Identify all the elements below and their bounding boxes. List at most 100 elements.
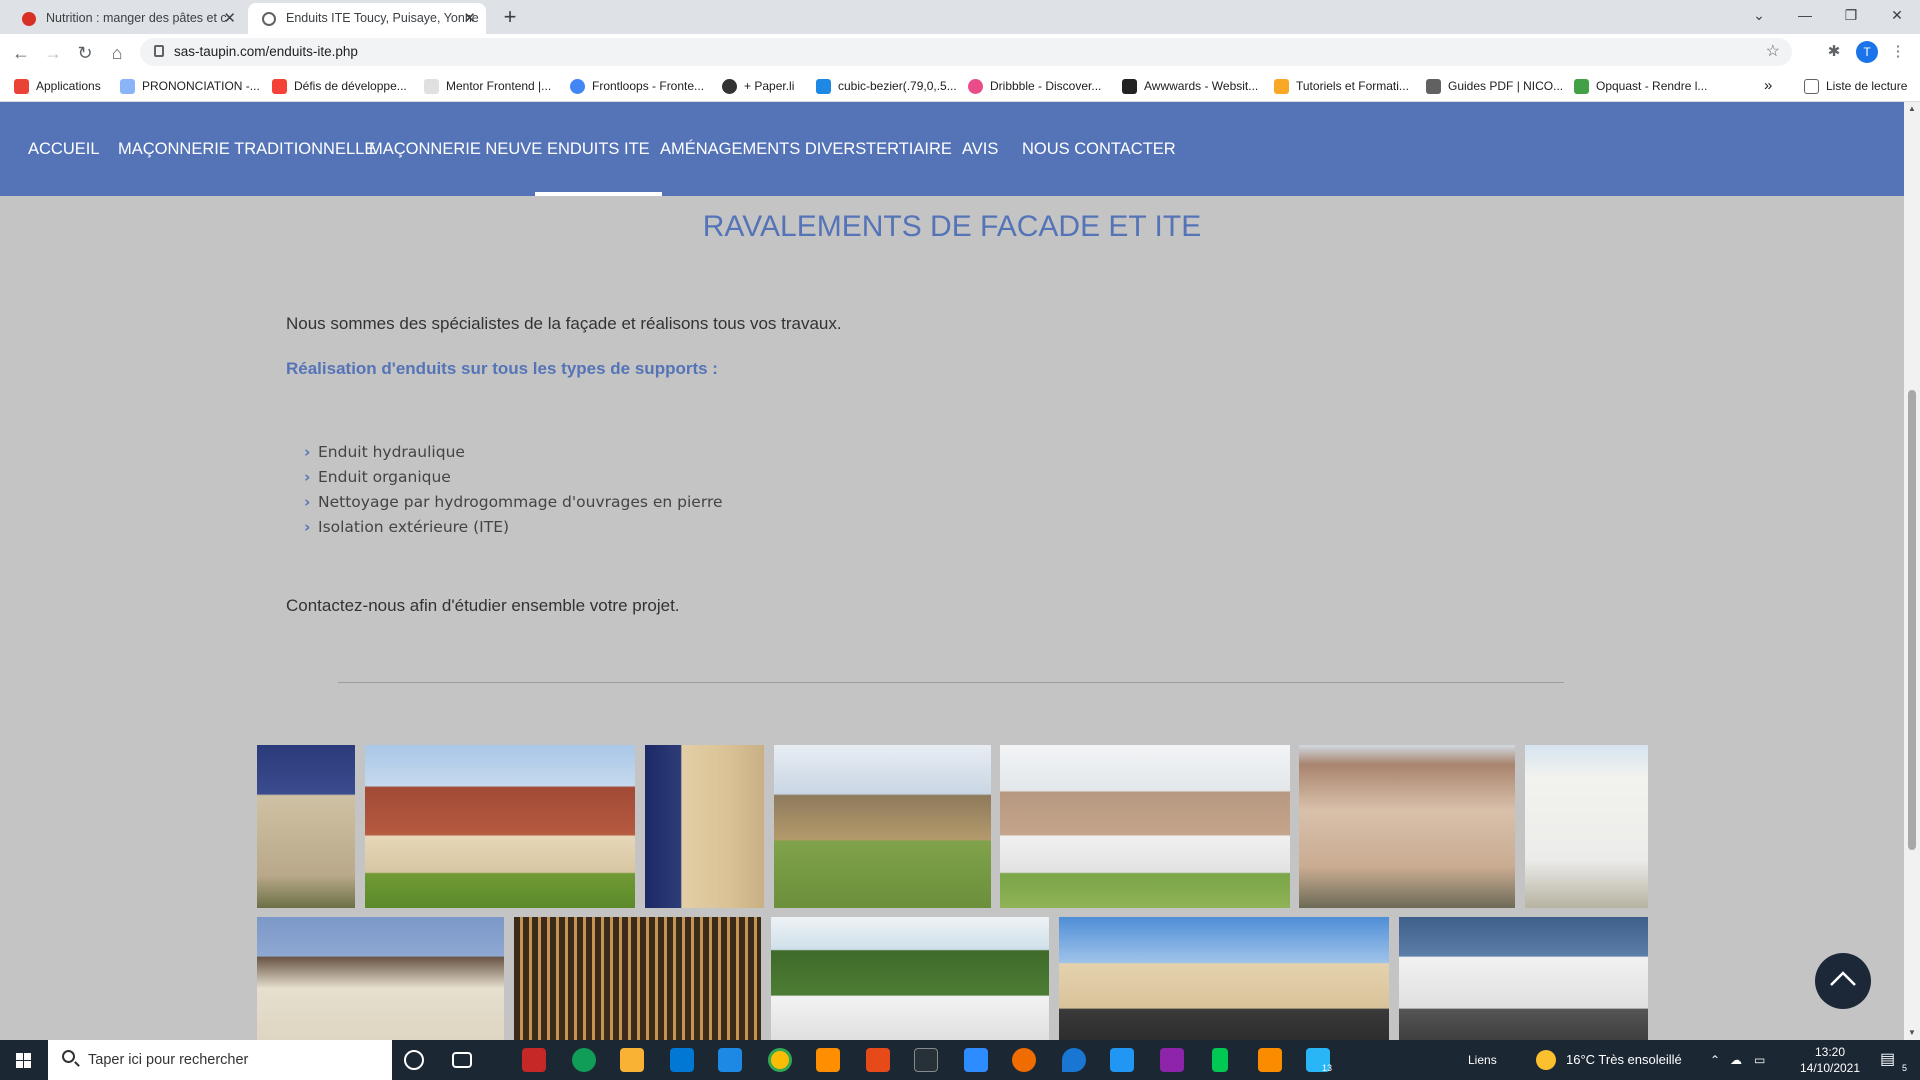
nav-accueil[interactable]: ACCUEIL [28,102,100,196]
edge-icon[interactable] [572,1048,596,1072]
tab-search-button[interactable]: ⌄ [1736,0,1782,30]
window-count-badge: 13 [1322,1063,1333,1073]
restore-button[interactable]: ❐ [1828,0,1874,30]
school-building-photo[interactable] [1059,917,1389,1040]
menu-icon[interactable]: ⋮ [1886,40,1910,64]
sublime-icon[interactable] [816,1048,840,1072]
bookmark-opquast[interactable]: Opquast - Rendre l... [1574,70,1707,102]
forward-icon[interactable]: → [40,40,66,66]
cortana-icon[interactable] [404,1050,424,1070]
scroll-down-arrow-icon[interactable]: ▼ [1904,1026,1920,1040]
nav-avis[interactable]: AVIS [962,102,998,196]
stone-tower-photo[interactable] [645,745,764,908]
figma-icon[interactable] [1160,1048,1184,1072]
bookmark-defis[interactable]: Défis de développe... [272,70,407,102]
url-text[interactable]: sas-taupin.com/enduits-ite.php [174,38,358,66]
nav-nous-contacter[interactable]: NOUS CONTACTER [1022,102,1176,196]
bookmark-tutoriels[interactable]: Tutoriels et Formati... [1274,70,1409,102]
extensions-icon[interactable]: ✱ [1822,40,1846,64]
bookmark-label: Guides PDF | NICO... [1448,79,1564,93]
file-explorer-icon[interactable] [620,1048,644,1072]
battery-icon[interactable]: ▭ [1754,1040,1765,1080]
tab-nutrition[interactable]: Nutrition : manger des pâtes et c ✕ [8,3,246,34]
profile-avatar[interactable]: T [1856,41,1878,63]
house-trees-photo[interactable] [771,917,1049,1040]
vscode-icon[interactable] [1110,1048,1134,1072]
store-icon[interactable] [670,1048,694,1072]
bookmark-favicon [1274,79,1289,94]
zoom-icon[interactable] [964,1048,988,1072]
close-tab-icon[interactable]: ✕ [463,3,476,34]
bookmark-favicon [968,79,983,94]
bookmark-mentor[interactable]: Mentor Frontend |... [424,70,551,102]
cream-house-photo[interactable] [257,917,504,1040]
bookmark-dribbble[interactable]: Dribbble - Discover... [968,70,1101,102]
app-icon-green[interactable] [1212,1048,1228,1072]
bookmarks-overflow-button[interactable]: » [1764,70,1772,102]
bookmark-paperli[interactable]: + Paper.li [722,70,794,102]
bookmark-label: PRONONCIATION -... [142,79,260,93]
reload-icon[interactable]: ↻ [72,40,98,66]
app-icon-red[interactable] [522,1048,546,1072]
search-placeholder: Taper ici pour rechercher [88,1052,249,1068]
bookmark-label: Applications [36,79,101,93]
bookmark-guides-pdf[interactable]: Guides PDF | NICO... [1426,70,1563,102]
scrollbar-thumb[interactable] [1908,390,1916,850]
bookmark-applications[interactable]: Applications [14,70,101,102]
stone-house-photo[interactable] [257,745,355,908]
bookmark-awwwards[interactable]: Awwwards - Websit... [1122,70,1258,102]
wood-cladding-photo[interactable] [514,917,761,1040]
chevron-up-icon[interactable]: ⌃ [1710,1040,1720,1080]
notifications-icon[interactable]: ▤ [1880,1040,1895,1080]
scroll-to-top-button[interactable] [1815,953,1871,1009]
nav-enduits-ite[interactable]: ENDUITS ITE [535,102,662,196]
terminal-icon[interactable] [914,1048,938,1072]
chrome-icon[interactable] [768,1048,792,1072]
white-house-photo[interactable] [1525,745,1648,908]
address-bar[interactable]: sas-taupin.com/enduits-ite.php ☆ [140,38,1792,66]
apps-grid-icon [14,79,29,94]
reading-list-button[interactable]: Liste de lecture [1804,70,1907,102]
farm-barn-photo[interactable] [774,745,991,908]
bookmark-prononciation[interactable]: PRONONCIATION -... [120,70,260,102]
pinterest-icon [22,12,36,26]
bookmark-frontloops[interactable]: Frontloops - Fronte... [570,70,704,102]
brick-houses-photo[interactable] [365,745,635,908]
home-icon[interactable]: ⌂ [104,40,130,66]
close-tab-icon[interactable]: ✕ [223,3,236,34]
weather-widget[interactable]: 16°C Très ensoleillé [1566,1040,1682,1080]
nav-maconnerie-neuve[interactable]: MAÇONNERIE NEUVE [369,102,542,196]
minimize-button[interactable]: — [1782,0,1828,30]
taskbar-search[interactable]: Taper ici pour rechercher [48,1040,392,1080]
modern-building-photo[interactable] [1000,745,1290,908]
xampp-icon[interactable] [1258,1048,1282,1072]
bookmark-star-icon[interactable]: ☆ [1766,38,1780,66]
office-icon[interactable] [866,1048,890,1072]
clock-date: 14/10/2021 [1799,1061,1861,1075]
list-item: Enduit hydraulique [304,440,723,465]
brick-villa-photo[interactable] [1299,745,1515,908]
close-window-button[interactable]: ✕ [1874,0,1920,30]
nav-tertiaire[interactable]: TERTIAIRE [866,102,952,196]
bookmark-favicon [1426,79,1441,94]
maps-icon[interactable] [1062,1048,1086,1072]
onedrive-icon[interactable]: ☁ [1730,1040,1742,1080]
back-icon[interactable]: ← [8,40,34,66]
task-view-icon[interactable] [452,1052,472,1068]
scroll-up-arrow-icon[interactable]: ▲ [1904,102,1920,116]
tab-enduits-ite[interactable]: Enduits ITE Toucy, Puisaye, Yonne ✕ [248,3,486,34]
bookmark-cubic-bezier[interactable]: cubic-bezier(.79,0,.5... [816,70,957,102]
mail-icon[interactable] [718,1048,742,1072]
page-scrollbar[interactable]: ▲ ▼ [1904,102,1920,1040]
clock-time: 13:20 [1814,1045,1846,1059]
ubuntu-icon[interactable] [1012,1048,1036,1072]
divider [338,682,1564,683]
new-tab-button[interactable]: + [496,4,524,32]
nav-maconnerie-traditionnelle[interactable]: MAÇONNERIE TRADITIONNELLE [118,102,375,196]
bookmark-favicon [120,79,135,94]
start-button[interactable] [0,1040,48,1080]
nav-amenagements-divers[interactable]: AMÉNAGEMENTS DIVERS [660,102,866,196]
clock[interactable]: 13:20 14/10/2021 [1790,1044,1870,1076]
links-toolbar[interactable]: Liens [1468,1040,1497,1080]
cube-house-photo[interactable] [1399,917,1648,1040]
